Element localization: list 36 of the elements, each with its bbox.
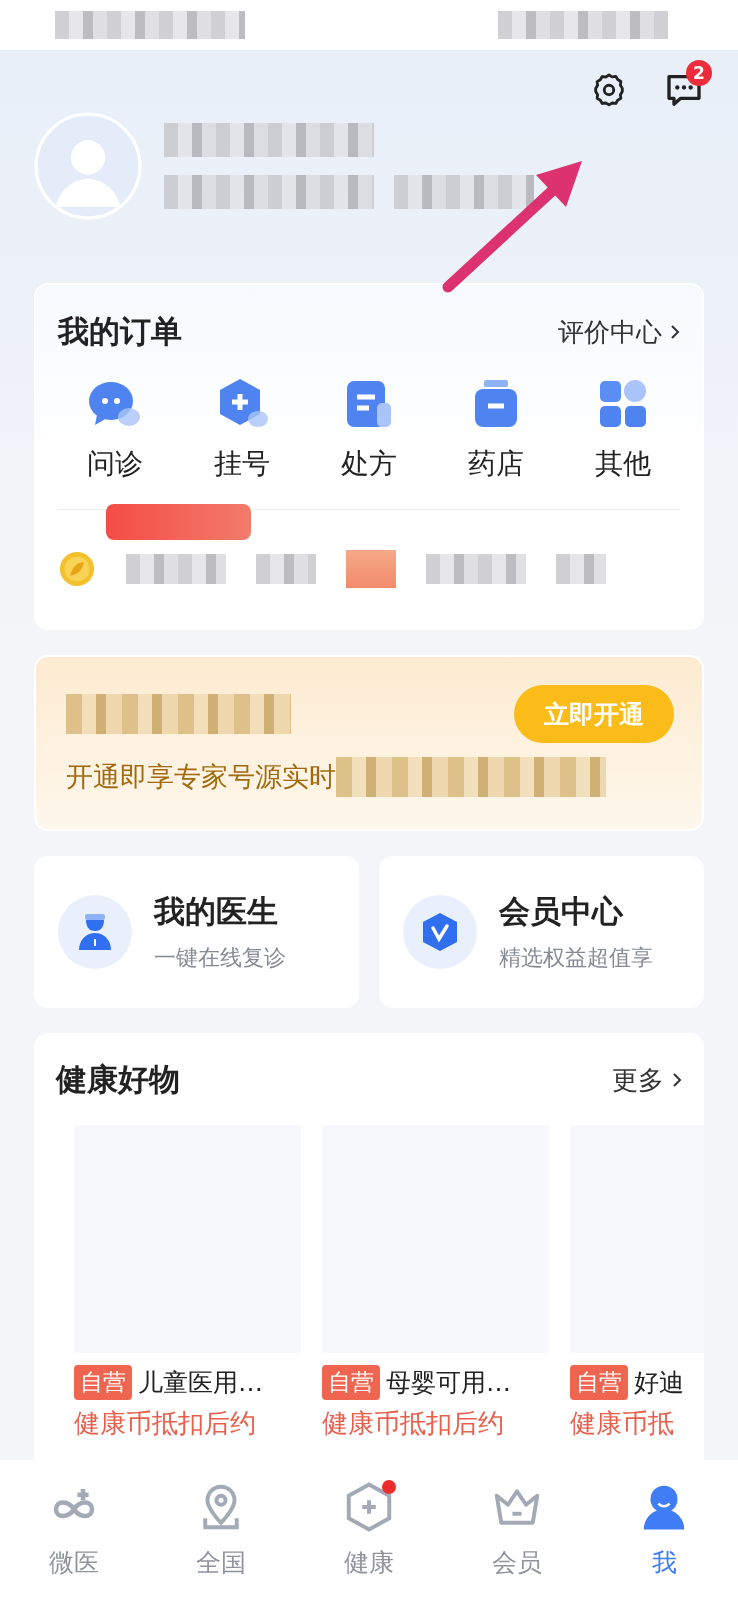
message-badge: 2 [686, 60, 712, 86]
shortcut-card[interactable]: 会员中心 精选权益超值享 [379, 856, 704, 1008]
order-category[interactable]: 问诊 [70, 375, 160, 483]
shortcut-card[interactable]: 我的医生 一键在线复诊 [34, 856, 359, 1008]
card-title: 健康好物 [56, 1060, 180, 1099]
price-note: 健康币抵 [570, 1407, 675, 1440]
shortcut-title: 会员中心 [499, 892, 624, 931]
order-category[interactable]: 处方 [324, 375, 414, 483]
chevron-right-icon [672, 1072, 682, 1088]
shield-icon [403, 895, 477, 969]
doctor-icon [58, 895, 132, 969]
self-operated-tag: 自营 [322, 1365, 380, 1400]
chevron-right-icon [670, 324, 680, 340]
coin-icon [58, 550, 96, 588]
price-note: 健康币抵扣后约 [74, 1407, 257, 1440]
order-category[interactable]: 药店 [451, 375, 541, 483]
shortcut-title: 我的医生 [154, 892, 279, 931]
redacted-block [256, 554, 316, 584]
order-category[interactable]: 挂号 [197, 375, 287, 483]
product-name[interactable]: 母婴可用… [386, 1366, 511, 1399]
redacted-block [346, 550, 396, 588]
card-title: 我的订单 [58, 312, 182, 351]
avatar[interactable] [34, 112, 142, 220]
tab[interactable]: 我 [614, 1480, 715, 1579]
self-operated-tag: 自营 [570, 1365, 628, 1400]
product-name[interactable]: 好迪 [634, 1366, 684, 1399]
self-operated-tag: 自营 [74, 1365, 132, 1400]
product-name[interactable]: 儿童医用… [138, 1366, 263, 1399]
review-center-link[interactable]: 评价中心 [558, 314, 680, 350]
shortcut-subtitle: 一键在线复诊 [154, 944, 286, 972]
shortcut-subtitle: 精选权益超值享 [499, 944, 653, 972]
redacted-block [556, 554, 606, 584]
banner-text: 开通即享专家号源实时 [66, 760, 336, 794]
order-category[interactable]: 其他 [578, 375, 668, 483]
price-note: 健康币抵扣后约 [322, 1407, 505, 1440]
more-link[interactable]: 更多 [612, 1062, 682, 1098]
